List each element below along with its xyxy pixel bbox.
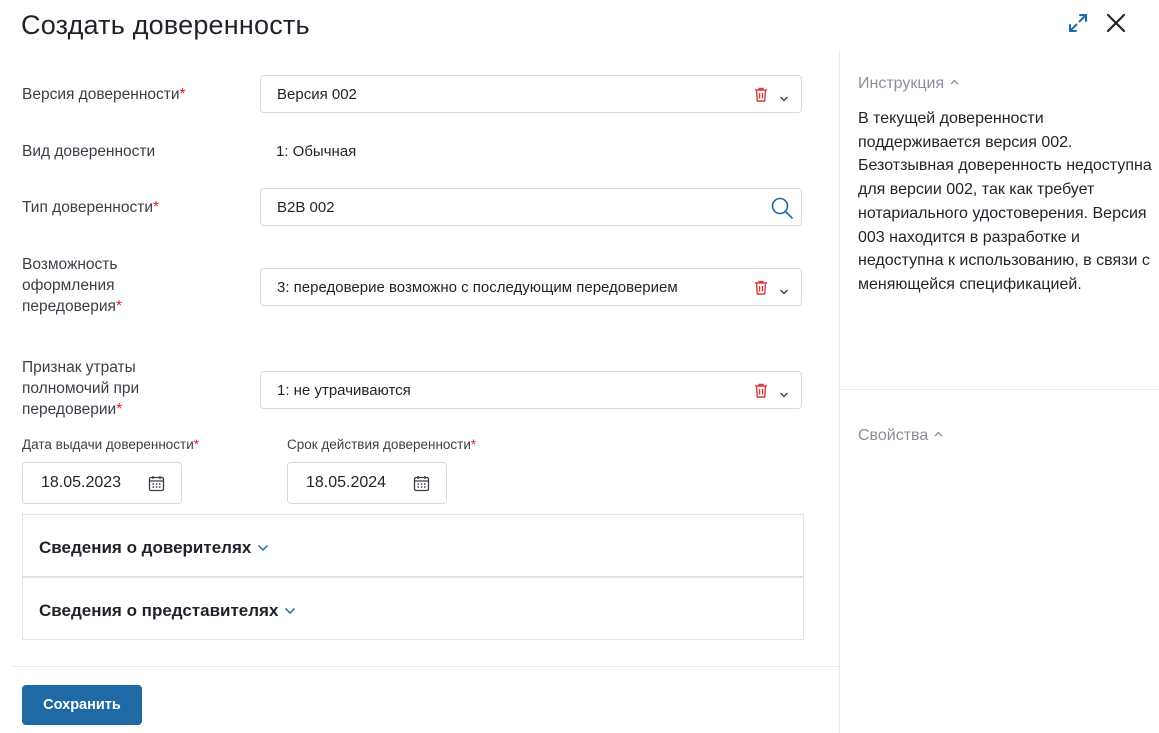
chevron-down-icon (780, 96, 788, 102)
kind-label: Вид доверенности (22, 143, 156, 160)
instruction-toggle[interactable]: Инструкция (858, 72, 959, 93)
trash-icon (755, 383, 767, 398)
chevron-down-icon (780, 289, 788, 295)
page-title: Создать доверенность (21, 10, 310, 40)
instruction-text: В текущей доверенности поддерживается ве… (858, 110, 1152, 293)
expiry-date-value: 18.05.2024 (306, 474, 387, 491)
chevron-down-icon (780, 392, 788, 398)
kind-value: 1: Обычная (276, 143, 357, 160)
chevron-down-icon (258, 544, 269, 552)
properties-toggle[interactable]: Свойства (858, 424, 943, 445)
issue-date-label: Дата выдачи доверенности* (22, 437, 200, 452)
expiry-date-calendar-button[interactable] (413, 475, 430, 492)
chevron-up-icon (934, 431, 943, 437)
calendar-icon (413, 476, 430, 492)
principals-section[interactable]: Сведения о доверителях (22, 514, 804, 577)
sidebar-divider (840, 389, 1159, 390)
issue-date-calendar-button[interactable] (148, 475, 165, 492)
version-dropdown-toggle[interactable] (779, 90, 789, 102)
close-button[interactable] (1104, 11, 1128, 35)
issue-date-value: 18.05.2023 (41, 474, 122, 491)
redelegation-dropdown-toggle[interactable] (779, 283, 789, 295)
trash-icon (755, 280, 767, 295)
loss-dropdown-toggle[interactable] (779, 386, 789, 398)
expand-button[interactable] (1067, 12, 1089, 34)
type-value: B2B 002 (277, 199, 335, 216)
calendar-icon (148, 476, 165, 492)
type-search-button[interactable] (770, 196, 794, 220)
type-label: Тип доверенности* (22, 199, 160, 216)
loss-select[interactable]: 1: не утрачиваются (260, 371, 802, 409)
version-value: Версия 002 (277, 86, 357, 103)
loss-value: 1: не утрачиваются (277, 382, 411, 399)
issue-date-input[interactable]: 18.05.2023 (22, 462, 182, 504)
footer-divider (12, 666, 839, 667)
save-button[interactable]: Сохранить (22, 685, 142, 725)
redelegation-clear-button[interactable] (754, 280, 768, 295)
expiry-date-input[interactable]: 18.05.2024 (287, 462, 447, 504)
close-icon (1106, 13, 1126, 33)
redelegation-select[interactable]: 3: передоверие возможно с последующим пе… (260, 268, 802, 306)
expand-icon (1069, 14, 1087, 32)
expiry-date-label: Срок действия доверенности* (287, 437, 477, 452)
search-icon (771, 197, 793, 219)
version-label: Версия доверенности* (22, 86, 186, 103)
version-select[interactable]: Версия 002 (260, 75, 802, 113)
principals-section-title: Сведения о доверителях (39, 515, 269, 579)
chevron-down-icon (285, 607, 296, 615)
chevron-up-icon (950, 79, 959, 85)
representatives-section[interactable]: Сведения о представителях (22, 577, 804, 640)
type-lookup[interactable]: B2B 002 (260, 188, 802, 226)
redelegation-value: 3: передоверие возможно с последующим пе… (277, 279, 678, 296)
loss-clear-button[interactable] (754, 383, 768, 398)
trash-icon (755, 87, 767, 102)
redelegation-label: Возможность оформления передоверия* (22, 256, 122, 315)
loss-label: Признак утраты полномочий при передовери… (22, 359, 140, 418)
representatives-section-title: Сведения о представителях (39, 578, 296, 642)
panel-divider (839, 50, 840, 733)
version-clear-button[interactable] (754, 87, 768, 102)
